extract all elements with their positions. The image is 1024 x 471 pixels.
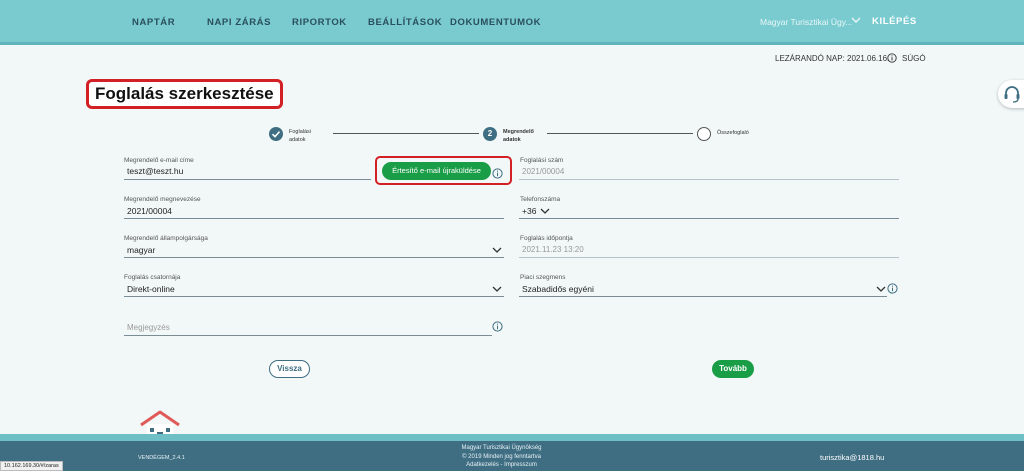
nationality-underline — [124, 257, 504, 258]
top-navbar: NAPTÁR NAPI ZÁRÁS RIPORTOK BEÁLLÍTÁSOK D… — [0, 0, 1024, 45]
nationality-label: Megrendelő állampolgársága — [124, 235, 208, 242]
step-1-done[interactable] — [269, 127, 283, 141]
page-title: Foglalás szerkesztése — [86, 79, 283, 109]
nav-item-reports[interactable]: RIPORTOK — [292, 17, 347, 28]
nav-item-calendar[interactable]: NAPTÁR — [132, 17, 175, 28]
app-version: VENDÉGEM_2.4.1 — [138, 455, 185, 461]
booking-time-underline — [519, 257, 899, 258]
phone-prefix-select[interactable]: +36 — [522, 206, 536, 216]
footer-copyright: © 2019 Minden jog fenntartva — [462, 453, 541, 460]
email-label: Megrendelő e-mail címe — [124, 157, 194, 164]
organization-selector[interactable]: Magyar Turisztikai Ügy... — [760, 17, 852, 27]
step-1-label: Foglalási adatok — [289, 129, 312, 143]
info-icon[interactable] — [492, 168, 503, 179]
phone-label: Telefonszáma — [520, 196, 561, 203]
note-underline — [124, 335, 492, 336]
footer-org: Magyar Turisztikai Ügynökség — [461, 445, 542, 451]
nav-item-daily-closing[interactable]: NAPI ZÁRÁS — [207, 17, 271, 28]
segment-select[interactable]: Szabadidős egyéni — [522, 284, 594, 294]
booking-number-underline — [519, 179, 899, 180]
chevron-down-icon[interactable] — [876, 285, 886, 293]
chevron-down-icon[interactable] — [540, 207, 550, 215]
back-button[interactable]: Vissza — [269, 360, 310, 378]
next-button[interactable]: Tovább — [712, 360, 754, 378]
segment-underline — [519, 296, 887, 297]
footer: VENDÉGEM_2.4.1 Magyar Turisztikai Ügynök… — [0, 441, 1024, 471]
channel-label: Foglalás csatornája — [124, 274, 181, 281]
step-connector — [547, 133, 693, 134]
nationality-select[interactable]: magyar — [127, 245, 155, 255]
email-field[interactable]: teszt@teszt.hu — [127, 166, 183, 176]
chevron-down-icon[interactable] — [492, 285, 502, 293]
closing-day-text: LEZÁRANDÓ NAP: 2021.06.16. — [775, 54, 890, 63]
chevron-down-icon[interactable] — [850, 14, 862, 26]
resend-email-button[interactable]: Értesítő e-mail újraküldése — [382, 162, 491, 180]
footer-email[interactable]: turisztika@1818.hu — [820, 453, 884, 462]
step-connector — [333, 133, 479, 134]
booking-number-label: Foglalási szám — [520, 157, 564, 164]
booking-number-field: 2021/00004 — [522, 167, 565, 176]
check-icon — [271, 131, 281, 138]
chevron-down-icon[interactable] — [492, 246, 502, 254]
nav-item-settings[interactable]: BEÁLLÍTÁSOK — [368, 17, 442, 28]
email-underline — [124, 179, 371, 180]
footer-links[interactable]: Adatkezelés - Impresszum — [430, 461, 573, 470]
note-input[interactable]: Megjegyzés — [127, 323, 170, 332]
step-3-todo[interactable] — [697, 127, 711, 141]
info-icon[interactable] — [492, 321, 503, 332]
nav-item-documents[interactable]: DOKUMENTUMOK — [450, 17, 541, 28]
step-3-label: Összefoglaló — [717, 130, 749, 136]
channel-underline — [124, 296, 504, 297]
name-field[interactable]: 2021/00004 — [127, 206, 172, 216]
segment-label: Piaci szegmens — [520, 274, 566, 281]
channel-select[interactable]: Direkt-online — [127, 284, 175, 294]
step-2-active[interactable]: 2 — [483, 127, 497, 141]
phone-underline — [519, 218, 899, 219]
logout-button[interactable]: KILÉPÉS — [872, 16, 917, 27]
support-button[interactable] — [998, 80, 1024, 108]
name-underline — [124, 218, 504, 219]
info-icon[interactable] — [887, 53, 897, 63]
footer-stripe — [0, 434, 1024, 441]
name-label: Megrendelő megnevezése — [124, 196, 201, 203]
headset-icon — [1004, 86, 1020, 103]
booking-time-field: 2021.11.23 13:20 — [522, 245, 584, 254]
status-bar-url: 10.162.169.30/#/zaras — [0, 461, 63, 471]
step-2-label: Megrendelő adatok — [503, 129, 534, 143]
footer-info: Magyar Turisztikai Ügynökség © 2019 Mind… — [430, 444, 573, 470]
help-link[interactable]: SÚGÓ — [902, 54, 926, 63]
booking-time-label: Foglalás időpontja — [520, 235, 573, 242]
info-icon[interactable] — [887, 283, 898, 294]
